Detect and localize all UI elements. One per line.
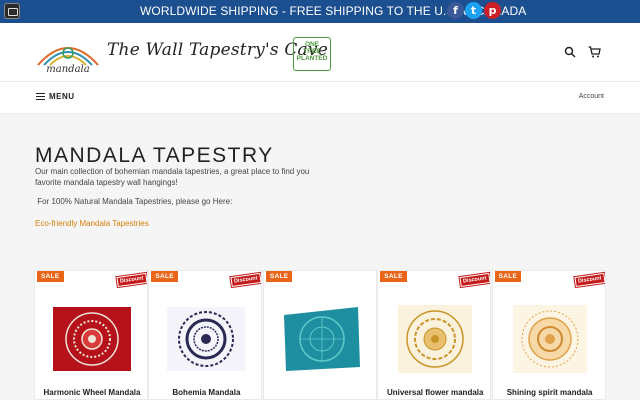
search-icon[interactable]	[564, 46, 576, 58]
product-card[interactable]: SALE Discount Bohemia Mandala	[148, 270, 263, 400]
browser-extension-icon[interactable]	[4, 3, 20, 19]
menu-button[interactable]: MENU	[36, 92, 75, 101]
twitter-icon[interactable]: t	[465, 2, 482, 19]
one-tree-planted-badge: ONE TREE PLANTED	[293, 37, 331, 71]
eco-friendly-link[interactable]: Eco-friendly Mandala Tapestries	[35, 219, 149, 228]
cart-icon[interactable]	[588, 46, 601, 58]
product-name[interactable]: Shining spirit mandala	[493, 388, 605, 397]
hamburger-icon	[36, 93, 45, 100]
menu-label: MENU	[49, 92, 75, 101]
nav-bar: MENU Account	[0, 82, 640, 114]
account-link[interactable]: Account	[579, 93, 604, 100]
sale-badge: SALE	[494, 271, 522, 282]
site-header: mandala The Wall Tapestry's Cave ONE TRE…	[0, 23, 640, 82]
badge-line-1: ONE	[304, 41, 320, 48]
facebook-icon[interactable]: f	[447, 2, 464, 19]
product-card[interactable]: SALE Discount Universal flower mandala	[377, 270, 492, 400]
sale-badge: SALE	[151, 271, 178, 282]
sale-badge: SALE	[37, 271, 64, 282]
product-grid: SALE Discount Harmonic Wheel Mandala SAL…	[34, 270, 606, 400]
product-name[interactable]: Universal flower mandala	[378, 388, 490, 397]
product-card[interactable]: SALE Discount Harmonic Wheel Mandala	[34, 270, 148, 400]
badge-line-2: TREE	[303, 48, 321, 55]
product-image[interactable]	[278, 301, 364, 373]
collection-title: MANDALA TAPESTRY	[35, 144, 274, 167]
pinterest-icon[interactable]: p	[484, 2, 501, 19]
product-image[interactable]	[163, 301, 249, 373]
product-image[interactable]	[49, 301, 135, 373]
collection-description: Our main collection of bohemian mandala …	[35, 167, 310, 187]
badge-line-3: PLANTED	[296, 55, 328, 62]
discount-badge: Discount	[574, 272, 605, 288]
product-card[interactable]: SALE Discount Shining spirit mandala	[491, 270, 606, 400]
discount-badge: Discount	[459, 272, 491, 288]
discount-badge: Discount	[230, 272, 262, 288]
sale-badge: SALE	[380, 271, 407, 282]
logo-small-text: mandala	[46, 64, 89, 75]
sale-badge: SALE	[265, 271, 293, 282]
product-name[interactable]: Bohemia Mandala	[149, 388, 261, 397]
product-image[interactable]	[392, 301, 478, 373]
product-image[interactable]	[507, 301, 593, 373]
product-card[interactable]: SALE	[262, 270, 377, 400]
product-name[interactable]: Harmonic Wheel Mandala	[35, 388, 147, 397]
announcement-bar: WORLDWIDE SHIPPING - FREE SHIPPING TO TH…	[0, 0, 640, 23]
natural-note: For 100% Natural Mandala Tapestries, ple…	[35, 197, 233, 206]
collection-section: MANDALA TAPESTRY Our main collection of …	[0, 114, 640, 400]
mandala-logo-icon[interactable]: mandala	[34, 35, 102, 77]
discount-badge: Discount	[116, 272, 147, 288]
